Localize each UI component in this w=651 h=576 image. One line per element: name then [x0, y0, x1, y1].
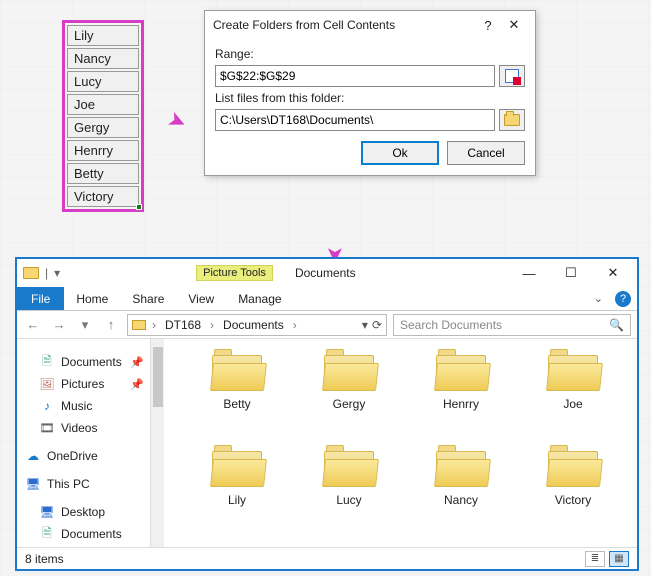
- browse-folder-button[interactable]: [499, 109, 525, 131]
- folder-icon: [434, 445, 488, 487]
- sidebar-item-thispc[interactable]: 🖥This PC: [25, 473, 160, 495]
- maximize-button[interactable]: ☐: [553, 262, 589, 284]
- qat-divider: |: [45, 266, 48, 280]
- navigation-pane: 🗎Documents📌 🖼Pictures📌 ♪Music 🎞Videos ☁O…: [17, 339, 165, 547]
- up-button[interactable]: ↑: [101, 315, 121, 335]
- cell[interactable]: Joe: [67, 94, 139, 115]
- cancel-button[interactable]: Cancel: [447, 141, 525, 165]
- cell[interactable]: Gergy: [67, 117, 139, 138]
- search-icon: 🔍: [609, 318, 624, 332]
- address-dropdown-icon[interactable]: ▾: [362, 318, 368, 332]
- ok-button[interactable]: Ok: [361, 141, 439, 165]
- document-icon: 🗎: [39, 355, 55, 369]
- back-button[interactable]: ←: [23, 315, 43, 335]
- search-box[interactable]: Search Documents 🔍: [393, 314, 631, 336]
- document-icon: 🗎: [39, 527, 55, 541]
- cell[interactable]: Betty: [67, 163, 139, 184]
- folder-item[interactable]: Nancy: [407, 445, 515, 537]
- pin-icon: 📌: [130, 378, 144, 391]
- folder-icon: [546, 349, 600, 391]
- desktop-icon: 🖥: [39, 505, 55, 519]
- folder-item[interactable]: Lucy: [295, 445, 403, 537]
- range-picker-button[interactable]: [499, 65, 525, 87]
- picture-tools-tab[interactable]: Picture Tools: [196, 265, 273, 281]
- explorer-window: | ▾ Picture Tools Documents — ☐ ✕ File H…: [16, 258, 638, 570]
- cell[interactable]: Nancy: [67, 48, 139, 69]
- tab-home[interactable]: Home: [64, 287, 120, 310]
- videos-icon: 🎞: [39, 421, 55, 435]
- folder-item[interactable]: Lily: [183, 445, 291, 537]
- cell[interactable]: Henrry: [67, 140, 139, 161]
- folder-icon: [322, 445, 376, 487]
- sidebar-item-videos[interactable]: 🎞Videos: [25, 417, 160, 439]
- folder-icon: [210, 445, 264, 487]
- folder-open-icon: [504, 114, 520, 126]
- minimize-button[interactable]: —: [511, 262, 547, 284]
- scrollbar-thumb[interactable]: [153, 347, 163, 407]
- breadcrumb-sep: ›: [150, 318, 158, 332]
- forward-button[interactable]: →: [49, 315, 69, 335]
- excel-selection: Lily Nancy Lucy Joe Gergy Henrry Betty V…: [62, 20, 144, 212]
- tab-view[interactable]: View: [176, 287, 226, 310]
- window-title: Documents: [295, 266, 356, 280]
- close-button[interactable]: ✕: [501, 15, 527, 35]
- tab-file[interactable]: File: [17, 287, 64, 310]
- breadcrumb[interactable]: DT168: [162, 318, 204, 332]
- qat-dropdown[interactable]: ▾: [54, 266, 60, 280]
- cell[interactable]: Lucy: [67, 71, 139, 92]
- music-icon: ♪: [39, 399, 55, 413]
- folder-item[interactable]: Betty: [183, 349, 291, 441]
- folder-icon: [546, 445, 600, 487]
- search-placeholder: Search Documents: [400, 318, 502, 332]
- cell[interactable]: Victory: [67, 186, 139, 207]
- address-icon: [132, 320, 146, 330]
- range-label: Range:: [215, 47, 525, 61]
- help-button[interactable]: ?: [475, 15, 501, 35]
- scrollbar[interactable]: [150, 339, 164, 547]
- pictures-icon: 🖼: [39, 377, 55, 391]
- sidebar-item-onedrive[interactable]: ☁OneDrive: [25, 445, 160, 467]
- folder-icon: [210, 349, 264, 391]
- status-text: 8 items: [25, 552, 64, 566]
- view-details-button[interactable]: ≣: [585, 551, 605, 567]
- sidebar-item-documents[interactable]: 🗎Documents: [25, 523, 160, 545]
- folder-icon: [322, 349, 376, 391]
- sidebar-item-desktop[interactable]: 🖥Desktop: [25, 501, 160, 523]
- range-icon: [505, 69, 519, 83]
- sidebar-item-music[interactable]: ♪Music: [25, 395, 160, 417]
- folder-item[interactable]: Gergy: [295, 349, 403, 441]
- history-dropdown[interactable]: ▾: [75, 315, 95, 335]
- refresh-button[interactable]: ⟳: [372, 318, 382, 332]
- create-folders-dialog: Create Folders from Cell Contents ? ✕ Ra…: [204, 10, 536, 176]
- onedrive-icon: ☁: [25, 449, 41, 463]
- tab-manage[interactable]: Manage: [226, 287, 293, 310]
- folder-icon: [434, 349, 488, 391]
- folder-item[interactable]: Joe: [519, 349, 627, 441]
- selection-handle[interactable]: [136, 204, 142, 210]
- breadcrumb-sep: ›: [291, 318, 299, 332]
- window-icon: [23, 267, 39, 279]
- sidebar-item-pictures[interactable]: 🖼Pictures📌: [25, 373, 160, 395]
- cell[interactable]: Lily: [67, 25, 139, 46]
- help-icon[interactable]: ?: [615, 291, 631, 307]
- sidebar-item-documents[interactable]: 🗎Documents📌: [25, 351, 160, 373]
- folder-item[interactable]: Victory: [519, 445, 627, 537]
- ribbon-collapse-icon[interactable]: ⌄: [588, 292, 609, 305]
- breadcrumb[interactable]: Documents: [220, 318, 287, 332]
- file-list: Betty Gergy Henrry Joe Lily Lucy Nancy V…: [165, 339, 637, 547]
- close-window-button[interactable]: ✕: [595, 262, 631, 284]
- range-input[interactable]: [215, 65, 495, 87]
- pc-icon: 🖥: [25, 477, 41, 491]
- dialog-title: Create Folders from Cell Contents: [213, 18, 475, 32]
- folder-item[interactable]: Henrry: [407, 349, 515, 441]
- address-bar[interactable]: › DT168 › Documents › ▾ ⟳: [127, 314, 387, 336]
- arrow-annotation: ➤: [163, 105, 191, 136]
- pin-icon: 📌: [130, 356, 144, 369]
- tab-share[interactable]: Share: [120, 287, 176, 310]
- breadcrumb-sep: ›: [208, 318, 216, 332]
- folder-input[interactable]: [215, 109, 495, 131]
- folder-label: List files from this folder:: [215, 91, 525, 105]
- view-icons-button[interactable]: ▦: [609, 551, 629, 567]
- sidebar-item-documents[interactable]: 🗎Documents: [25, 545, 160, 547]
